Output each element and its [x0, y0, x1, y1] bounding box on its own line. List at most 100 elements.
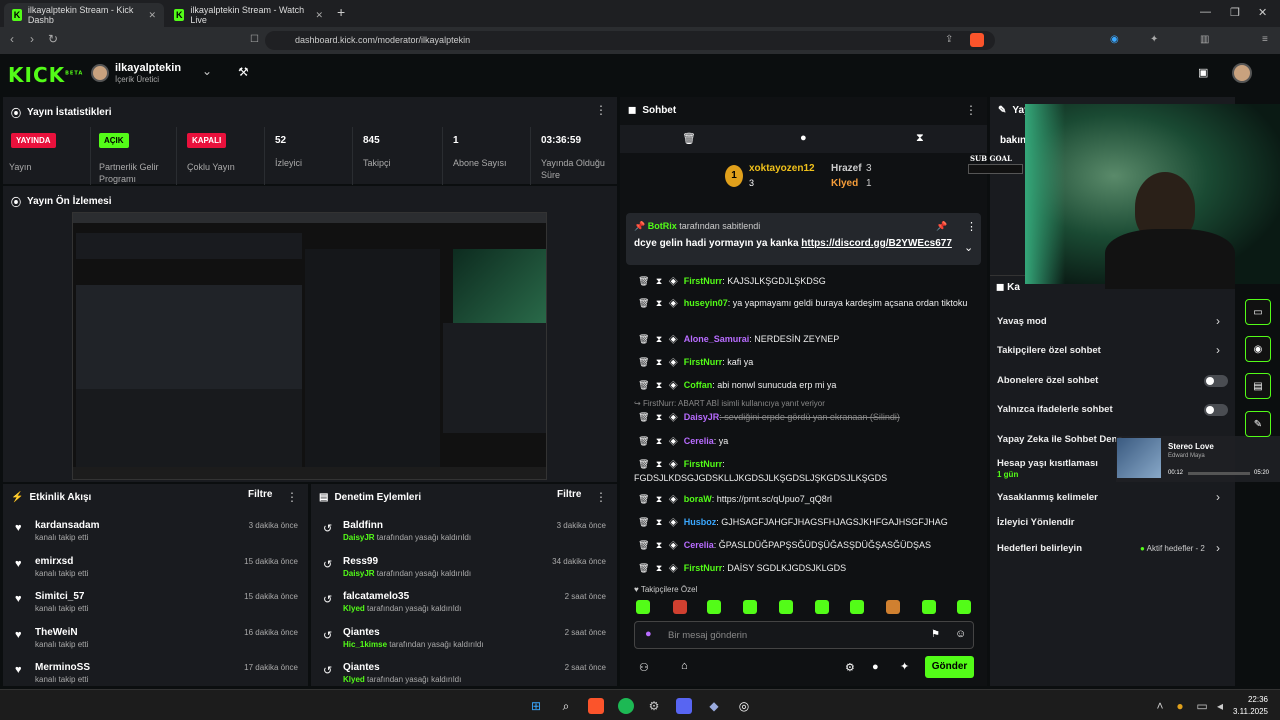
restore-icon[interactable]: ❐	[1230, 6, 1240, 19]
top-gifter-name[interactable]: Klyed	[831, 178, 858, 189]
chat-mode-icon[interactable]: ●	[800, 132, 807, 144]
chat-side-button[interactable]: ▭	[1245, 299, 1271, 325]
more-options-icon[interactable]: ⋮	[595, 103, 607, 117]
user-name[interactable]: falcatamelo35	[343, 591, 409, 602]
chevron-down-icon[interactable]: ⌄	[964, 241, 973, 254]
emote[interactable]	[957, 600, 971, 614]
top-gifter-name[interactable]: Hrazef	[831, 163, 862, 174]
brave-icon[interactable]	[588, 698, 604, 714]
chat-message[interactable]: 🗑 ⧗ ◈ FirstNurr: kafi ya	[634, 355, 979, 369]
filter-button[interactable]: Filtre	[248, 489, 272, 500]
emote[interactable]	[886, 600, 900, 614]
users-icon[interactable]: ⚇	[639, 661, 649, 674]
user-name[interactable]: Qiantes	[343, 662, 380, 673]
share-icon[interactable]: ⇪	[945, 34, 953, 45]
chat-username[interactable]: Alone_Samurai	[684, 334, 750, 344]
chat-message[interactable]: 🗑 ⧗ ◈ Alone_Samurai: NERDESİN ZEYNEP	[634, 332, 979, 346]
chat-message[interactable]: 🗑 ⧗ ◈ Husboz: GJHSAGFJAHGFJHAGSFHJAGSJKHF…	[634, 515, 979, 529]
pinned-link[interactable]: https://discord.gg/B2YWEcs677	[801, 238, 952, 249]
top-gifter-name[interactable]: xoktayozen12	[749, 163, 815, 174]
steam-icon[interactable]: ⚙	[646, 698, 662, 714]
new-tab-button[interactable]: +	[337, 4, 345, 20]
emotes-only-toggle[interactable]	[1204, 404, 1228, 416]
emote[interactable]	[779, 600, 793, 614]
moderator-name[interactable]: Hic_1kimse	[343, 640, 387, 649]
chevron-right-icon[interactable]: ›	[1216, 314, 1220, 328]
emote[interactable]	[636, 600, 650, 614]
mic-icon[interactable]: ●	[645, 628, 652, 640]
banned-words-setting[interactable]: Yasaklanmış kelimeler	[997, 492, 1098, 503]
filter-button[interactable]: Filtre	[557, 489, 581, 500]
studio-icon[interactable]: ▣	[1198, 66, 1208, 79]
more-options-icon[interactable]: ⋮	[965, 103, 977, 117]
kick-emote-icon[interactable]: ⚑	[931, 629, 940, 640]
goals-setting[interactable]: Hedefleri belirleyin	[997, 543, 1082, 554]
url-input[interactable]: dashboard.kick.com/moderator/ilkayalptek…	[265, 31, 995, 50]
user-name[interactable]: emirxsd	[35, 556, 73, 567]
audio-icon[interactable]: ◉	[1110, 34, 1119, 45]
chevron-up-icon[interactable]: ˄	[1152, 698, 1168, 714]
more-options-icon[interactable]: ⋮	[966, 220, 977, 233]
clock-date[interactable]: 3.11.2025	[1222, 707, 1268, 716]
moderator-name[interactable]: DaisyJR	[343, 533, 375, 542]
chat-username[interactable]: DaisyJR	[684, 412, 720, 422]
chat-username[interactable]: boraW	[684, 494, 712, 504]
chat-message-deleted[interactable]: 🗑 ⧗ ◈ DaisyJR: sevdiğini erpde gördü yan …	[634, 410, 979, 424]
chat-message[interactable]: 🗑 ⧗ ◈ Cerelia: ya	[634, 434, 979, 448]
chat-username[interactable]: FirstNurr	[684, 276, 723, 286]
chat-username[interactable]: FirstNurr	[684, 459, 723, 469]
bookmark-icon[interactable]: ☐	[250, 34, 259, 45]
unpin-icon[interactable]: 📌	[936, 221, 947, 232]
reload-icon[interactable]: ↻	[48, 32, 58, 46]
chat-message[interactable]: 🗑 ⧗ ◈ huseyin07: ya yapmayamı geldi buray…	[634, 296, 979, 310]
obs-icon[interactable]: ◎	[736, 698, 752, 714]
kick-logo[interactable]: KICKBETA	[8, 63, 83, 87]
menu-icon[interactable]: ≡	[1262, 34, 1268, 45]
chat-message[interactable]: 🗑 ⧗ ◈ FirstNurr: FGDSJLKDSGJGDSKLLJKGDSJL…	[634, 457, 979, 485]
pinned-message[interactable]: 📌 BotRix tarafından sabitlendi dcye geli…	[626, 213, 981, 265]
user-name[interactable]: Simitci_57	[35, 591, 84, 602]
app-icon[interactable]: ◆	[706, 698, 722, 714]
close-icon[interactable]: ✕	[315, 10, 323, 21]
close-icon[interactable]: ✕	[148, 10, 156, 21]
song-progress[interactable]	[1188, 472, 1250, 475]
chat-message[interactable]: 🗑 ⧗ ◈ FirstNurr: KAJSJLKŞGDJLŞKDSG	[634, 274, 979, 288]
chevron-down-icon[interactable]: ⌄	[202, 64, 212, 78]
user-name[interactable]: Ress99	[343, 556, 378, 567]
stream-preview[interactable]	[72, 212, 547, 480]
store-icon[interactable]: ⌂	[681, 660, 688, 672]
viewer-redirect-setting[interactable]: İzleyici Yönlendir	[997, 517, 1074, 528]
chat-message[interactable]: 🗑 ⧗ ◈ Coffan: abi nonwl sunucuda erp mi y…	[634, 378, 979, 392]
account-age-setting[interactable]: Hesap yaşı kısıtlaması	[997, 458, 1098, 469]
emoji-icon[interactable]: ☺	[955, 628, 966, 640]
mic-icon[interactable]: ●	[1172, 698, 1188, 714]
search-icon[interactable]: ⌕	[558, 698, 574, 714]
chat-username[interactable]: Cerelia	[684, 540, 714, 550]
window-close-icon[interactable]: ✕	[1258, 6, 1267, 19]
discord-icon[interactable]	[676, 698, 692, 714]
chevron-right-icon[interactable]: ›	[1216, 343, 1220, 357]
chat-username[interactable]: FirstNurr	[684, 357, 723, 367]
user-name[interactable]: Baldfinn	[343, 520, 383, 531]
emote[interactable]	[743, 600, 757, 614]
extensions-icon[interactable]: ✦	[1150, 34, 1158, 45]
emote[interactable]	[850, 600, 864, 614]
minimize-icon[interactable]: —	[1200, 6, 1211, 18]
slow-mode-setting[interactable]: Yavaş mod	[997, 316, 1047, 327]
back-icon[interactable]: ‹	[10, 32, 14, 46]
subs-only-toggle[interactable]	[1204, 375, 1228, 387]
brave-shield-icon[interactable]	[970, 33, 984, 47]
moderator-name[interactable]: DaisyJR	[343, 569, 375, 578]
music-widget[interactable]: Stereo Love Edward Maya 00:12 05:20	[1116, 436, 1280, 482]
browser-tab-dashboard[interactable]: Kilkayalptekin Stream - Kick Dashb ✕	[4, 3, 164, 27]
hammer-icon[interactable]: ⚒	[238, 65, 249, 79]
spotify-icon[interactable]	[618, 698, 634, 714]
emote[interactable]	[922, 600, 936, 614]
channel-name[interactable]: ilkayalptekin	[115, 62, 181, 74]
browser-tab-watch[interactable]: Kilkayalptekin Stream - Watch Live ✕	[166, 3, 331, 27]
chat-message[interactable]: 🗑 ⧗ ◈ FirstNurr: DAİSY SGDLKJGDSJKLGDS	[634, 561, 979, 575]
chat-username[interactable]: Coffan	[684, 380, 713, 390]
ai-chat-setting[interactable]: Yapay Zeka ile Sohbet Dene	[997, 434, 1123, 445]
chat-input[interactable]: ● Bir mesaj gönderin ⚑ ☺	[634, 621, 974, 649]
chevron-right-icon[interactable]: ›	[1216, 541, 1220, 555]
